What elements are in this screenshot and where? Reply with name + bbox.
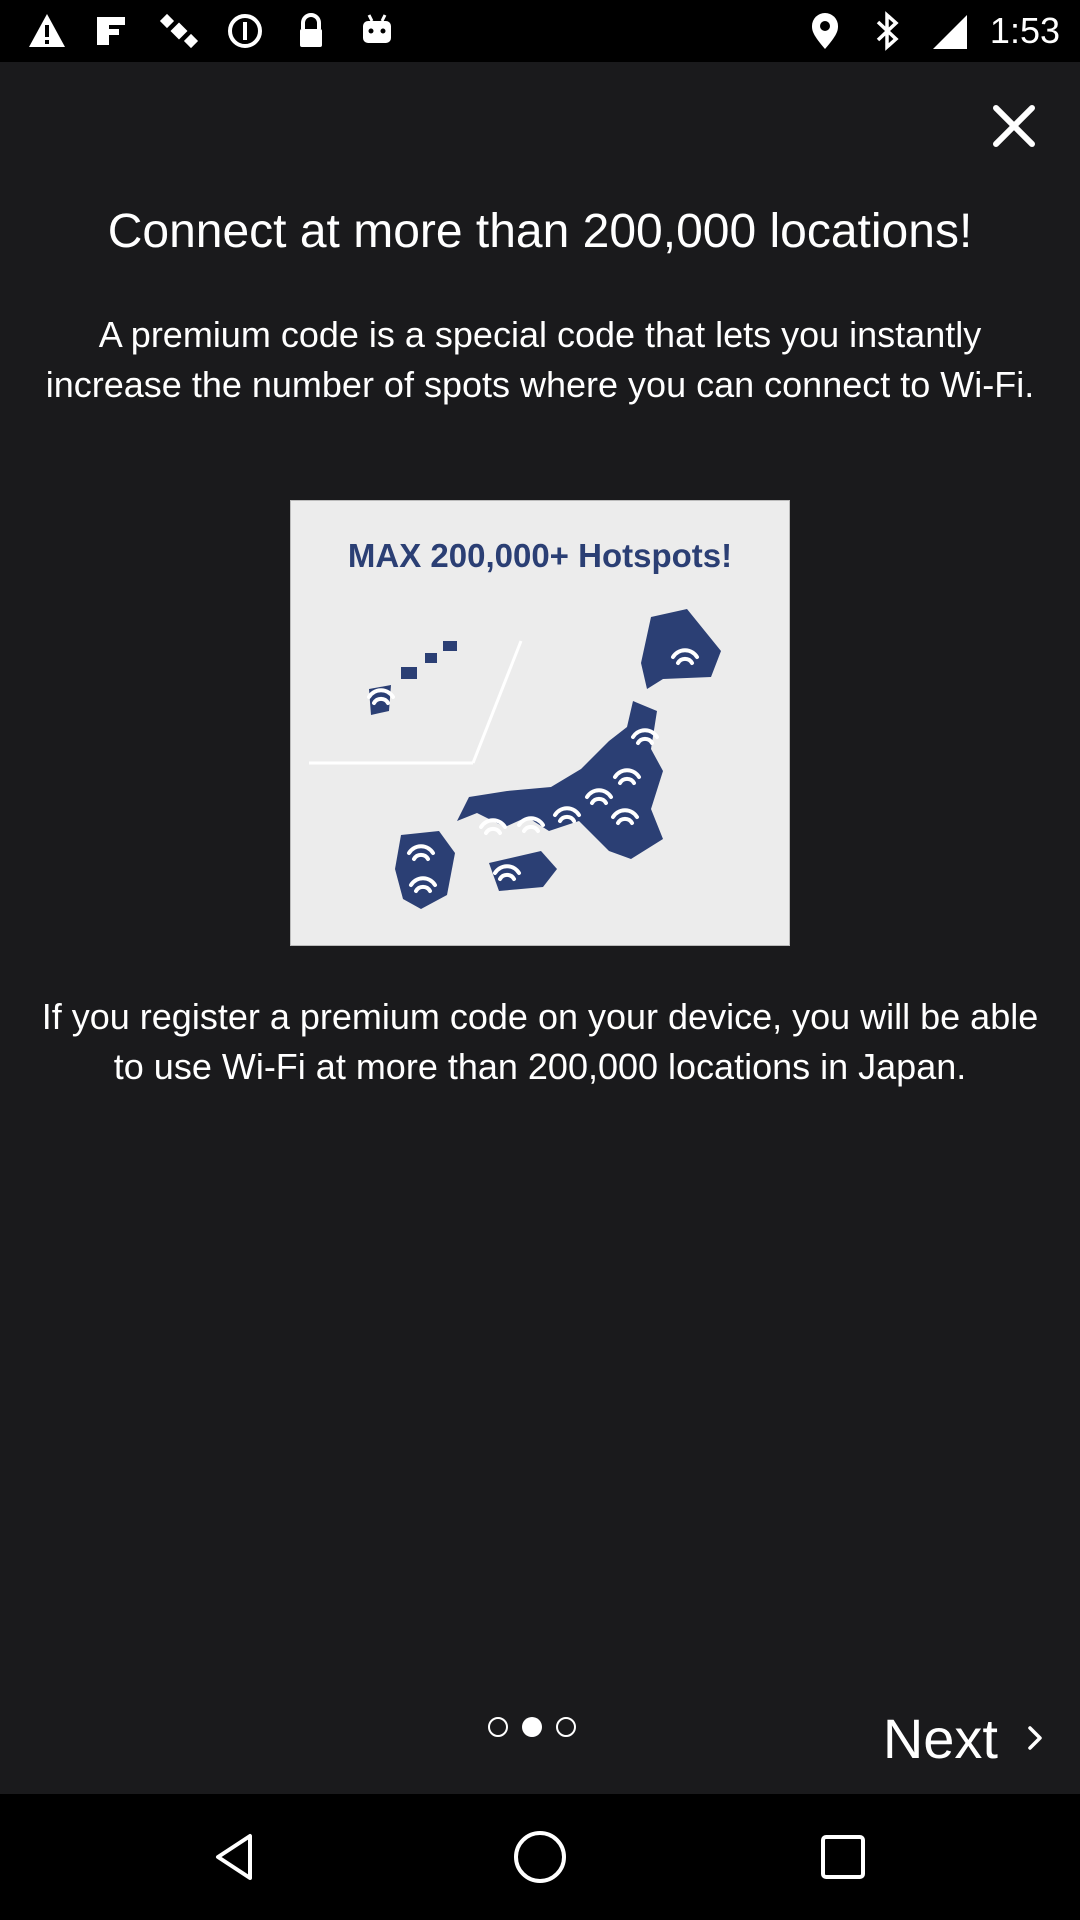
close-button[interactable] bbox=[984, 96, 1044, 156]
back-icon bbox=[216, 1834, 252, 1880]
benefit-note: If you register a premium code on your d… bbox=[41, 996, 1039, 1087]
premium-code-intro-screen: Connect at more than 200,000 locations! … bbox=[0, 62, 1080, 1794]
lock-icon bbox=[290, 10, 332, 52]
status-bar: 1:53 bbox=[0, 0, 1080, 62]
hotspot-promo-image: MAX 200,000+ Hotspots! bbox=[290, 500, 790, 946]
fake-gps-icon bbox=[92, 10, 134, 52]
home-icon bbox=[514, 1831, 566, 1883]
clock: 1:53 bbox=[989, 10, 1060, 51]
close-icon bbox=[993, 105, 1035, 147]
location-icon bbox=[804, 10, 846, 52]
bluetooth-icon bbox=[866, 10, 908, 52]
recents-icon bbox=[821, 1835, 865, 1879]
chevron-right-icon bbox=[1028, 1726, 1042, 1750]
next-button[interactable]: Next bbox=[883, 1698, 1044, 1778]
system-status: 1:53 bbox=[804, 0, 1060, 62]
page-dot-2-active bbox=[522, 1717, 542, 1737]
description-text: A premium code is a special code that le… bbox=[45, 314, 1035, 405]
page-dot-3 bbox=[556, 1717, 576, 1737]
page-title: Connect at more than 200,000 locations! bbox=[107, 205, 973, 258]
signal-icon bbox=[928, 10, 970, 52]
page-dot-1 bbox=[488, 1717, 508, 1737]
back-button[interactable] bbox=[204, 1824, 270, 1890]
navigation-bar bbox=[0, 1794, 1080, 1920]
android-icon bbox=[356, 10, 398, 52]
satellite-icon bbox=[158, 10, 200, 52]
japan-wifi-map-icon bbox=[309, 609, 721, 909]
recents-button[interactable] bbox=[810, 1824, 876, 1890]
notification-icons bbox=[0, 10, 398, 52]
home-button[interactable] bbox=[507, 1824, 573, 1890]
page-indicator bbox=[488, 1717, 576, 1737]
next-label: Next bbox=[882, 1706, 998, 1770]
warning-icon bbox=[26, 10, 68, 52]
data-saver-icon bbox=[224, 10, 266, 52]
